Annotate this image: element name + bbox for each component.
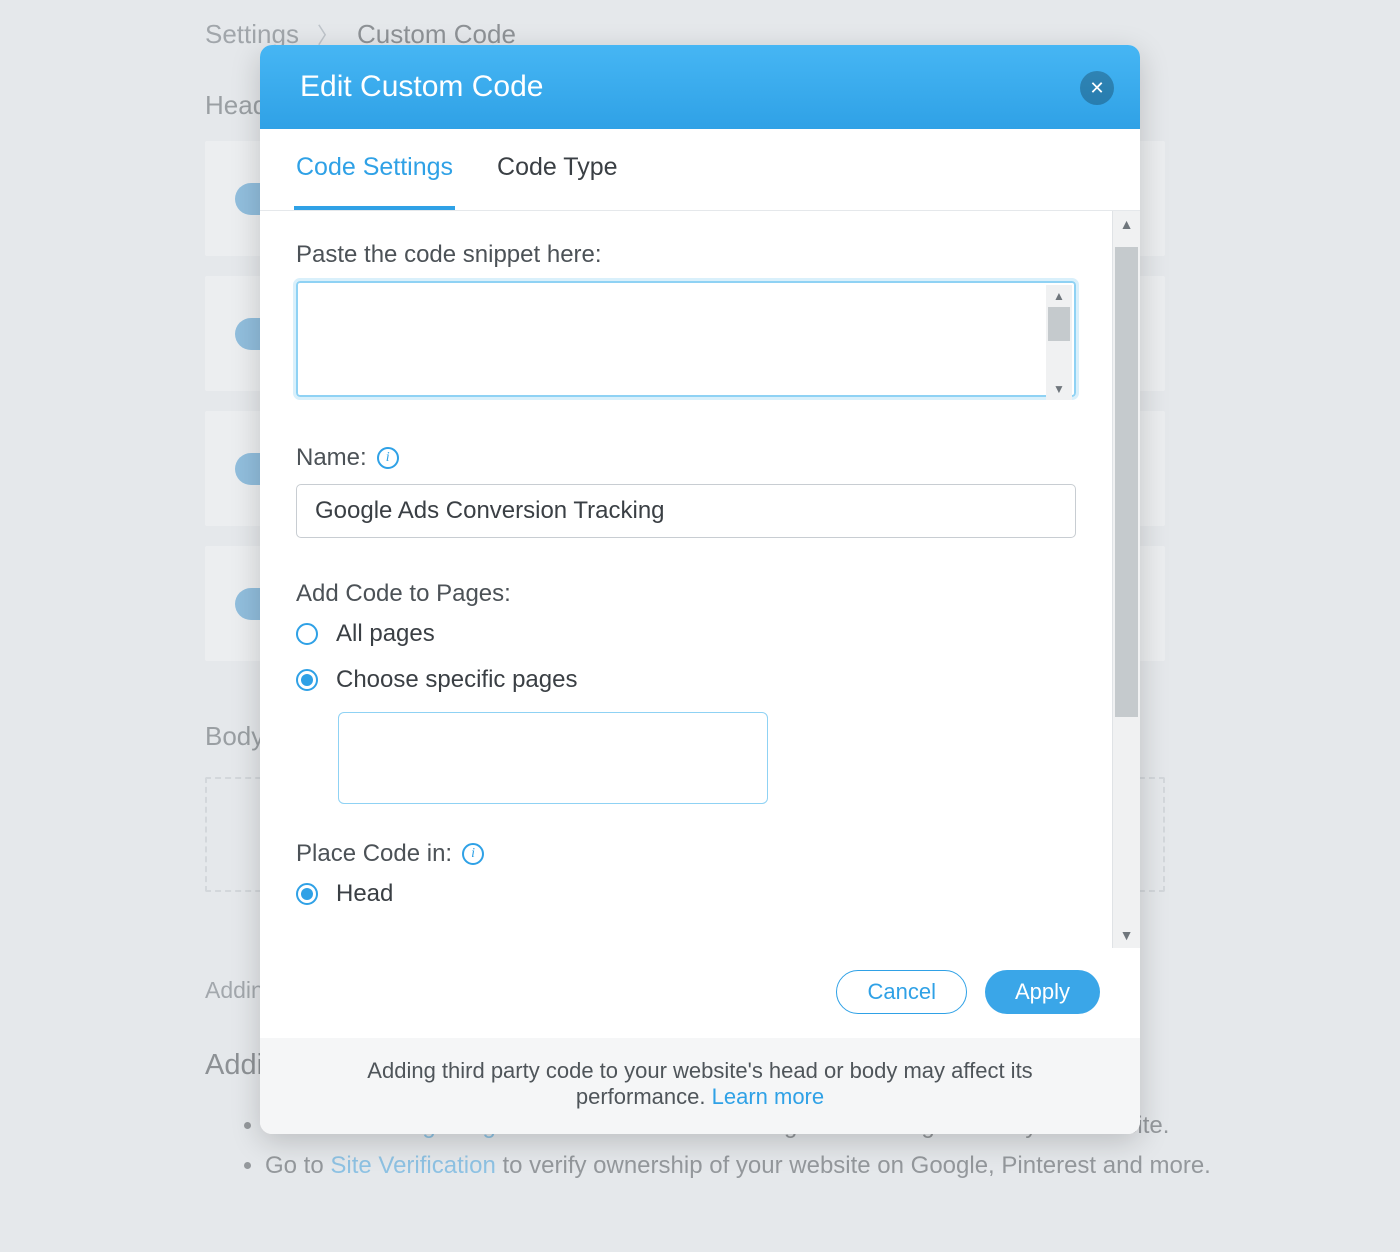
modal-actions: Cancel Apply (260, 948, 1140, 1038)
name-input[interactable] (296, 484, 1076, 538)
radio-all-pages[interactable]: All pages (296, 620, 1076, 648)
learn-more-link[interactable]: Learn more (712, 1084, 825, 1109)
radio-place-head-label: Head (336, 880, 393, 908)
edit-custom-code-modal: Edit Custom Code ✕ Code Settings Code Ty… (260, 45, 1140, 1134)
tab-code-type[interactable]: Code Type (495, 129, 619, 210)
radio-icon (296, 623, 318, 645)
radio-icon (296, 883, 318, 905)
textarea-scrollbar[interactable]: ▲ ▼ (1046, 285, 1072, 400)
scroll-down-icon[interactable]: ▼ (1120, 922, 1134, 948)
scroll-up-icon[interactable]: ▲ (1120, 211, 1134, 237)
place-code-label: Place Code in: i (296, 840, 1076, 868)
modal-header: Edit Custom Code ✕ (260, 45, 1140, 129)
info-icon[interactable]: i (377, 447, 399, 469)
modal-scrollbar[interactable]: ▲ ▼ (1112, 211, 1140, 948)
close-button[interactable]: ✕ (1080, 71, 1114, 105)
modal-footer-note: Adding third party code to your website'… (260, 1038, 1140, 1134)
close-icon: ✕ (1089, 78, 1104, 99)
modal-tabs: Code Settings Code Type (260, 129, 1140, 211)
scroll-thumb[interactable] (1115, 247, 1138, 717)
apply-button[interactable]: Apply (985, 970, 1100, 1014)
cancel-button[interactable]: Cancel (836, 970, 966, 1014)
add-to-pages-label: Add Code to Pages: (296, 580, 1076, 608)
footer-note-text: Adding third party code to your website'… (367, 1058, 1032, 1109)
scroll-thumb[interactable] (1048, 307, 1070, 341)
scroll-up-icon[interactable]: ▲ (1046, 285, 1072, 307)
radio-specific-pages-label: Choose specific pages (336, 666, 577, 694)
name-label: Name: i (296, 444, 1076, 472)
code-snippet-input[interactable] (296, 281, 1076, 397)
info-icon[interactable]: i (462, 843, 484, 865)
scroll-down-icon[interactable]: ▼ (1046, 378, 1072, 400)
tab-code-settings[interactable]: Code Settings (294, 129, 455, 210)
modal-body: Paste the code snippet here: ▲ ▼ Name: i… (260, 211, 1112, 948)
name-label-text: Name: (296, 444, 367, 472)
radio-place-head[interactable]: Head (296, 880, 1076, 908)
paste-code-label: Paste the code snippet here: (296, 241, 1076, 269)
radio-all-pages-label: All pages (336, 620, 435, 648)
radio-specific-pages[interactable]: Choose specific pages (296, 666, 1076, 694)
place-code-label-text: Place Code in: (296, 840, 452, 868)
specific-pages-picker[interactable] (338, 712, 768, 804)
radio-icon (296, 669, 318, 691)
modal-title: Edit Custom Code (300, 70, 543, 104)
